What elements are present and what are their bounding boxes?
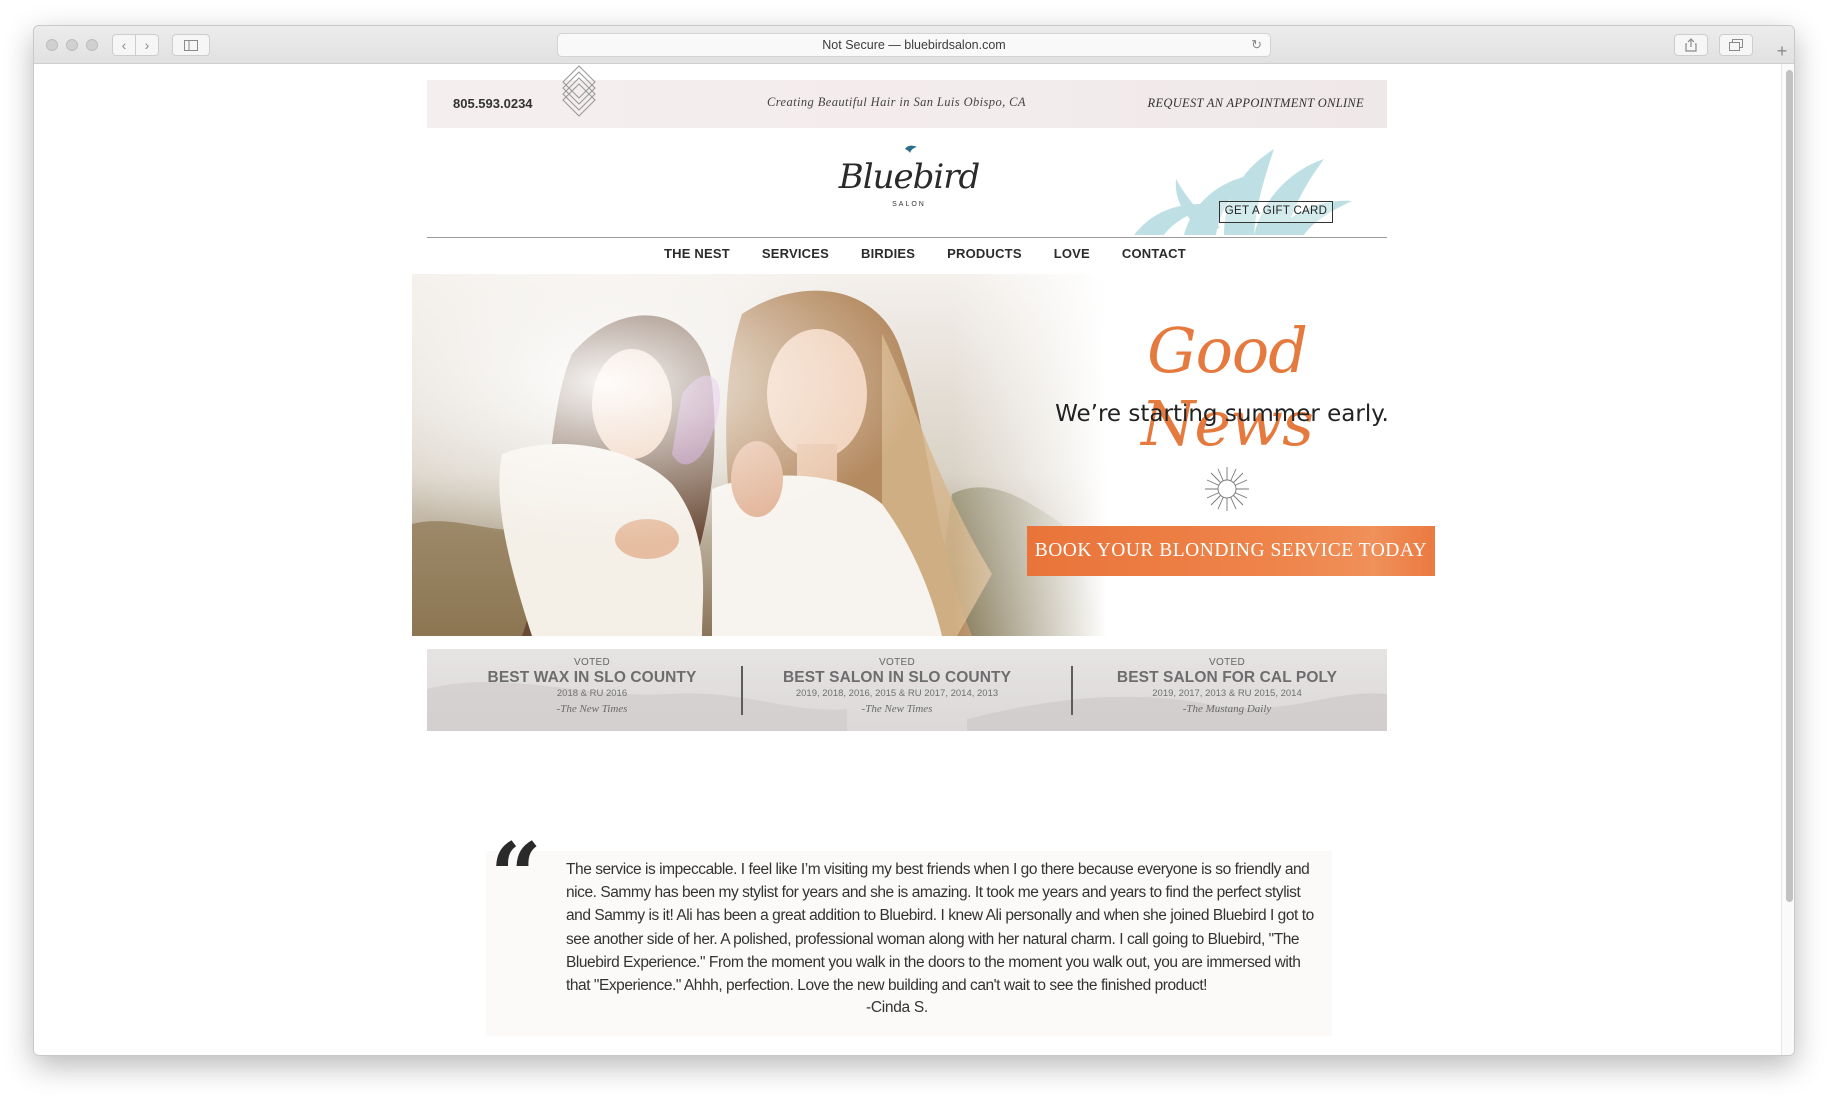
hero-slide: Good News We’re starting summer early. B…	[412, 274, 1435, 636]
address-bar[interactable]: Not Secure — bluebirdsalon.com ↻	[557, 33, 1271, 57]
models-photo	[412, 274, 1107, 636]
forward-button[interactable]: ›	[135, 34, 159, 56]
nav-item-birdies[interactable]: BIRDIES	[861, 246, 915, 261]
close-window-button[interactable]	[46, 39, 58, 51]
quote-mark-icon: “	[490, 823, 542, 929]
zoom-window-button[interactable]	[86, 39, 98, 51]
award-source: -The New Times	[861, 703, 933, 715]
nav-item-contact[interactable]: CONTACT	[1122, 246, 1186, 261]
award-years: 2018 & RU 2016	[556, 688, 628, 699]
minimize-window-button[interactable]	[66, 39, 78, 51]
award-source: -The New Times	[556, 703, 628, 715]
award-voted-label: VOTED	[574, 657, 610, 668]
award-source: -The Mustang Daily	[1182, 703, 1272, 715]
hero-subheadline: We’re starting summer early.	[1055, 401, 1389, 427]
sidebar-icon	[184, 40, 198, 51]
award-title: BEST WAX IN SLO COUNTY	[487, 669, 697, 686]
award-years: 2019, 2017, 2013 & RU 2015, 2014	[1152, 688, 1302, 699]
main-nav: THE NEST SERVICES BIRDIES PRODUCTS LOVE …	[664, 246, 1186, 261]
new-tab-icon[interactable]: +	[1770, 40, 1794, 64]
tabs-icon	[1729, 39, 1743, 51]
logo-subtitle: SALON	[892, 201, 926, 208]
award-best-wax: VOTED BEST WAX IN SLO COUNTY 2018 & RU 2…	[427, 649, 757, 731]
award-best-salon-slo: VOTED BEST SALON IN SLO COUNTY 2019, 201…	[747, 649, 1047, 731]
logo-wordmark: Bluebird	[838, 157, 981, 197]
nav-item-the-nest[interactable]: THE NEST	[664, 246, 730, 261]
reload-icon[interactable]: ↻	[1251, 34, 1262, 56]
award-years: 2019, 2018, 2016, 2015 & RU 2017, 2014, …	[795, 688, 999, 699]
sunburst-icon	[1205, 467, 1249, 511]
award-title: BEST SALON IN SLO COUNTY	[782, 669, 1012, 686]
tabs-overview-button[interactable]	[1719, 34, 1753, 56]
tagline: Creating Beautiful Hair in San Luis Obis…	[767, 95, 1026, 109]
browser-toolbar: ‹ › Not Secure — bluebirdsalon.com ↻ +	[34, 26, 1794, 64]
share-button[interactable]	[1674, 34, 1708, 56]
gift-card-button[interactable]: GET A GIFT CARD	[1219, 201, 1333, 223]
browser-window: ‹ › Not Secure — bluebirdsalon.com ↻ + 8…	[33, 25, 1795, 1056]
nav-item-services[interactable]: SERVICES	[762, 246, 829, 261]
vertical-scrollbar[interactable]	[1781, 64, 1794, 1055]
scrollbar-thumb[interactable]	[1786, 70, 1793, 902]
page-viewport: 805.593.0234 Creating Beautiful Hair in …	[34, 64, 1794, 1055]
award-voted-label: VOTED	[1209, 657, 1245, 668]
share-icon	[1685, 38, 1697, 52]
testimonial-card: “ The service is impeccable. I feel like…	[486, 831, 1332, 1036]
hero-photo	[412, 274, 1107, 636]
award-voted-label: VOTED	[879, 657, 915, 668]
nav-item-love[interactable]: LOVE	[1054, 246, 1090, 261]
nav-item-products[interactable]: PRODUCTS	[947, 246, 1022, 261]
hero-headline: Good News	[1141, 314, 1314, 460]
bluebird-logo[interactable]: Bluebird SALON	[834, 145, 984, 219]
diamond-ornament-icon	[562, 65, 596, 117]
award-title: BEST SALON FOR CAL POLY	[1116, 669, 1338, 686]
award-divider	[1071, 666, 1073, 715]
awards-bar: VOTED BEST WAX IN SLO COUNTY 2018 & RU 2…	[427, 649, 1387, 731]
sidebar-toggle-button[interactable]	[172, 34, 210, 56]
testimonial-author: -Cinda S.	[866, 999, 928, 1016]
phone-number[interactable]: 805.593.0234	[453, 96, 533, 111]
bird-icon	[905, 145, 917, 153]
request-appointment-link[interactable]: REQUEST AN APPOINTMENT ONLINE	[1148, 96, 1364, 111]
nav-divider	[427, 237, 1387, 238]
book-blonding-cta-button[interactable]: BOOK YOUR BLONDING SERVICE TODAY	[1027, 526, 1435, 576]
back-button[interactable]: ‹	[112, 34, 136, 56]
address-text: Not Secure — bluebirdsalon.com	[822, 38, 1006, 52]
award-divider	[741, 666, 743, 715]
award-best-salon-cal-poly: VOTED BEST SALON FOR CAL POLY 2019, 2017…	[1077, 649, 1377, 731]
testimonial-text: The service is impeccable. I feel like I…	[566, 861, 1314, 995]
